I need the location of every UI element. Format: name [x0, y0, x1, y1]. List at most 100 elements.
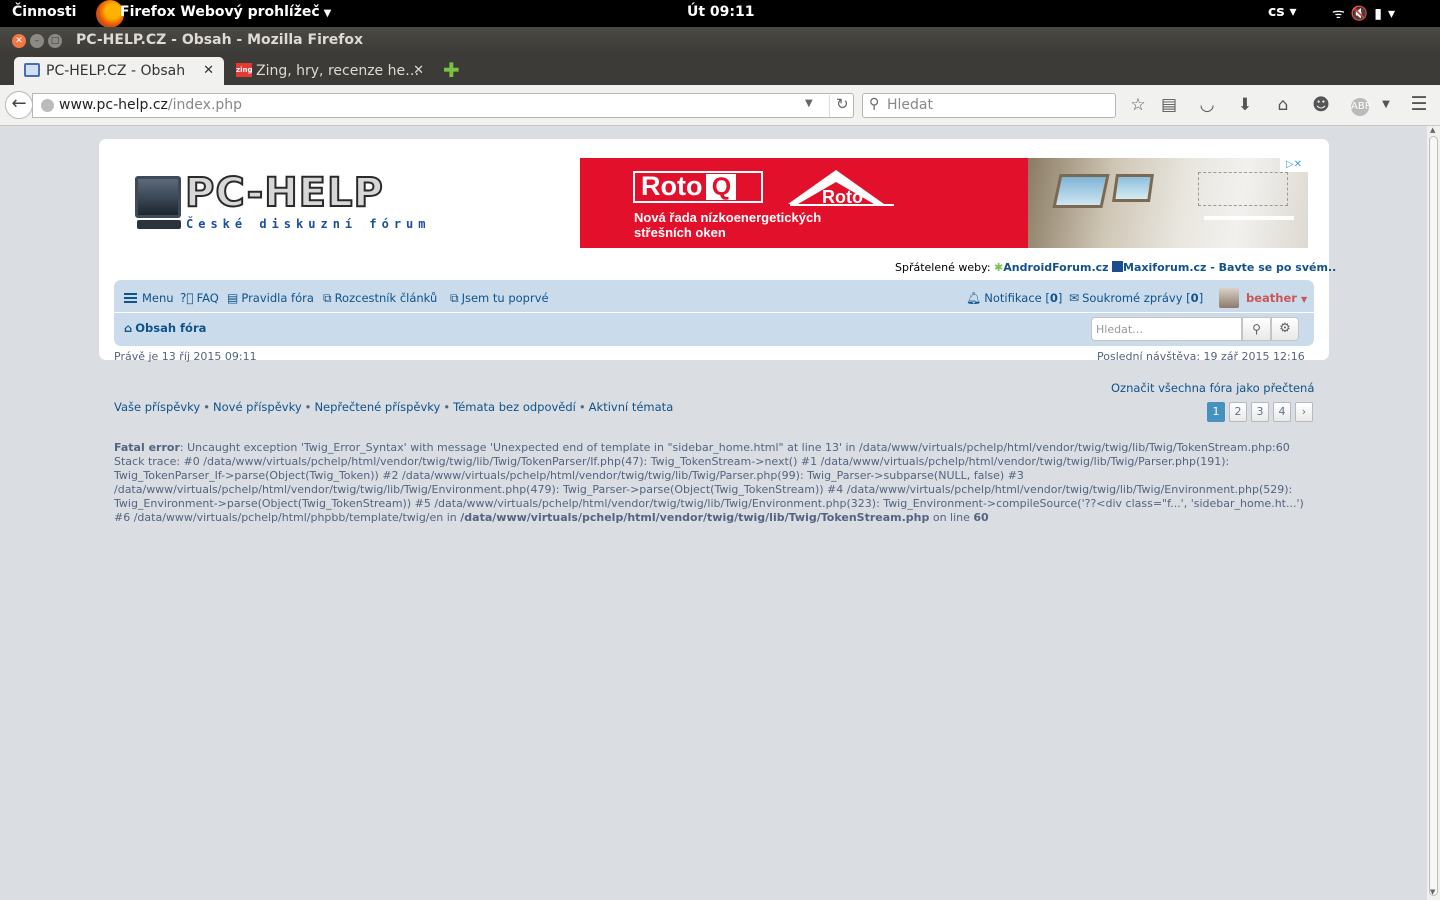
logo-subtitle: České diskuzní fórum [186, 217, 431, 231]
separator: • [578, 400, 586, 414]
private-messages-count: 0 [1190, 291, 1199, 305]
url-host: www.pc-help.cz [59, 97, 168, 113]
system-tray[interactable]: ᯤ🔇▮▾ [1332, 4, 1401, 23]
page-content: PC-HELP České diskuzní fórum Roto Q Roto … [0, 126, 1426, 900]
close-icon[interactable]: ✕ [203, 63, 214, 78]
ad-brand-logo: Roto Q [633, 171, 763, 203]
url-dropdown-icon[interactable]: ▼ [805, 98, 813, 109]
unread-posts-link[interactable]: Nepřečtené příspěvky [314, 400, 440, 414]
reload-icon[interactable]: ↻ [829, 95, 849, 117]
window-minimize-button[interactable]: – [30, 34, 44, 48]
language-label: cs [1268, 4, 1285, 20]
separator: • [203, 400, 210, 414]
articles-link[interactable]: ⧉ Rozcestník článků [323, 291, 437, 306]
unanswered-topics-link[interactable]: Témata bez odpovědí [453, 400, 576, 414]
activities-button[interactable]: Činnosti [12, 4, 76, 20]
notifications-link[interactable]: 🔔︎ Notifikace [0] [966, 291, 1062, 305]
tab-pc-help[interactable]: PC-HELP.CZ - Obsah ✕ [14, 57, 224, 85]
url-bar[interactable]: www.pc-help.cz/index.php ▼ ↻ [32, 93, 854, 118]
advanced-search-button[interactable]: ⚙ [1271, 317, 1299, 341]
download-icon[interactable]: ⬇ [1235, 95, 1255, 115]
search-icon: ⚲ [869, 96, 880, 112]
language-indicator[interactable]: cs ▾ [1268, 4, 1297, 20]
chevron-down-icon[interactable]: ▼ [1376, 99, 1396, 110]
vertical-scrollbar[interactable]: ▲ ▼ [1426, 126, 1440, 900]
ad-line-2: střešních oken [634, 225, 726, 240]
first-time-link[interactable]: ⧉ Jsem tu poprvé [450, 291, 549, 306]
advertisement-banner[interactable]: Roto Q Roto Nová řada nízkoenergetických … [580, 158, 1308, 248]
site-logo[interactable]: PC-HELP České diskuzní fórum [135, 169, 427, 236]
faq-link[interactable]: ?⃝ FAQ [180, 291, 219, 305]
username: beather [1246, 291, 1297, 305]
reading-list-icon[interactable]: ▤ [1159, 95, 1179, 115]
avatar[interactable] [1219, 288, 1239, 308]
forum-navbar: Menu ?⃝ FAQ ▤ Pravidla fóra ⧉ Rozcestník čl… [114, 280, 1314, 346]
error-line: 60 [973, 511, 989, 524]
new-posts-link[interactable]: Nové příspěvky [213, 400, 302, 414]
notifications-label: Notifikace [984, 291, 1042, 305]
adchoices-icon[interactable]: ▷✕ [1280, 158, 1308, 172]
window-maximize-button[interactable]: □ [48, 34, 62, 48]
back-button[interactable]: ← [5, 91, 33, 119]
chevron-down-icon: ▼ [1300, 295, 1308, 304]
home-icon[interactable]: ⌂ [1273, 95, 1293, 115]
menu-icon[interactable]: ☰ [1409, 93, 1429, 115]
scrollbar-thumb[interactable] [1429, 136, 1438, 896]
logo-text: PC-HELP [184, 169, 384, 217]
forum-navbar-top: Menu ?⃝ FAQ ▤ Pravidla fóra ⧉ Rozcestník čl… [114, 280, 1314, 313]
adblock-icon[interactable]: ABP [1351, 98, 1371, 116]
copy-icon: ⧉ [450, 291, 459, 305]
page-button-3[interactable]: 3 [1251, 402, 1269, 422]
window-close-button[interactable]: ✕ [12, 34, 26, 48]
faq-label: FAQ [196, 291, 219, 305]
friend-sites-label: Spřátelené weby: [895, 261, 991, 274]
tab-strip: PC-HELP.CZ - Obsah ✕ zing Zing, hry, rec… [0, 55, 1440, 85]
gear-icon: ⚙ [1279, 321, 1291, 336]
gnome-top-bar: Činnosti Firefox Webový prohlížeč ▼ Út 09… [0, 0, 1440, 28]
rules-link[interactable]: ▤ Pravidla fóra [227, 291, 314, 305]
mark-all-read-link[interactable]: Označit všechna fóra jako přečtená [1111, 381, 1314, 395]
ad-brand: Roto [641, 171, 703, 201]
page-button-2[interactable]: 2 [1229, 402, 1247, 422]
private-messages-label: Soukromé zprávy [1082, 291, 1183, 305]
android-icon: ✱ [994, 261, 1004, 274]
user-menu[interactable]: beather ▼ [1246, 291, 1307, 305]
app-menu[interactable]: Firefox Webový prohlížeč ▼ [120, 4, 331, 20]
error-label: Fatal error [114, 441, 180, 454]
star-icon[interactable]: ☆ [1128, 95, 1148, 115]
close-icon[interactable]: ✕ [413, 63, 424, 78]
next-page-button[interactable]: › [1295, 402, 1313, 422]
desk-image [1204, 216, 1294, 220]
page-button-1[interactable]: 1 [1207, 402, 1225, 422]
your-posts-link[interactable]: Vaše příspěvky [114, 400, 200, 414]
pocket-icon[interactable]: ◡ [1197, 95, 1217, 115]
scroll-down-icon[interactable]: ▼ [1430, 888, 1435, 896]
breadcrumb-label: Obsah fóra [135, 321, 207, 335]
search-bar[interactable]: ⚲ Hledat [862, 93, 1116, 118]
forum-search-input[interactable]: Hledat… [1091, 317, 1242, 341]
chevron-down-icon: ▾ [1387, 6, 1401, 22]
help-icon: ?⃝ [180, 291, 194, 305]
tab-zing[interactable]: zing Zing, hry, recenze he… ✕ [226, 57, 434, 85]
scroll-up-icon[interactable]: ▲ [1430, 126, 1435, 134]
tab-label: Zing, hry, recenze he… [256, 63, 420, 79]
chat-icon[interactable]: ☻ [1311, 95, 1331, 115]
menu-link[interactable]: Menu [124, 291, 174, 305]
friend-link-maxiforum[interactable]: Maxiforum.cz - Bavte se po svém.. [1123, 261, 1336, 274]
friend-link-androidforum[interactable]: AndroidForum.cz [1003, 261, 1108, 274]
volume-icon: 🔇 [1350, 6, 1375, 22]
app-menu-label: Firefox Webový prohlížeč [120, 4, 320, 20]
forum-search-button[interactable]: ⚲ [1242, 317, 1271, 341]
breadcrumb[interactable]: ⌂ Obsah fóra [124, 321, 206, 335]
active-topics-link[interactable]: Aktivní témata [589, 400, 674, 414]
wifi-icon: ᯤ [1332, 6, 1351, 22]
clock[interactable]: Út 09:11 [687, 4, 755, 20]
hamburger-icon [124, 293, 137, 303]
tab-label: PC-HELP.CZ - Obsah [46, 63, 186, 79]
forum-header: PC-HELP České diskuzní fórum Roto Q Roto … [99, 139, 1336, 360]
error-file: /data/www/virtuals/pchelp/html/vendor/tw… [460, 511, 930, 524]
page-button-4[interactable]: 4 [1273, 402, 1291, 422]
rules-label: Pravidla fóra [241, 291, 314, 305]
new-tab-button[interactable]: ✚ [443, 58, 460, 82]
private-messages-link[interactable]: ✉ Soukromé zprávy [0] [1069, 291, 1203, 305]
